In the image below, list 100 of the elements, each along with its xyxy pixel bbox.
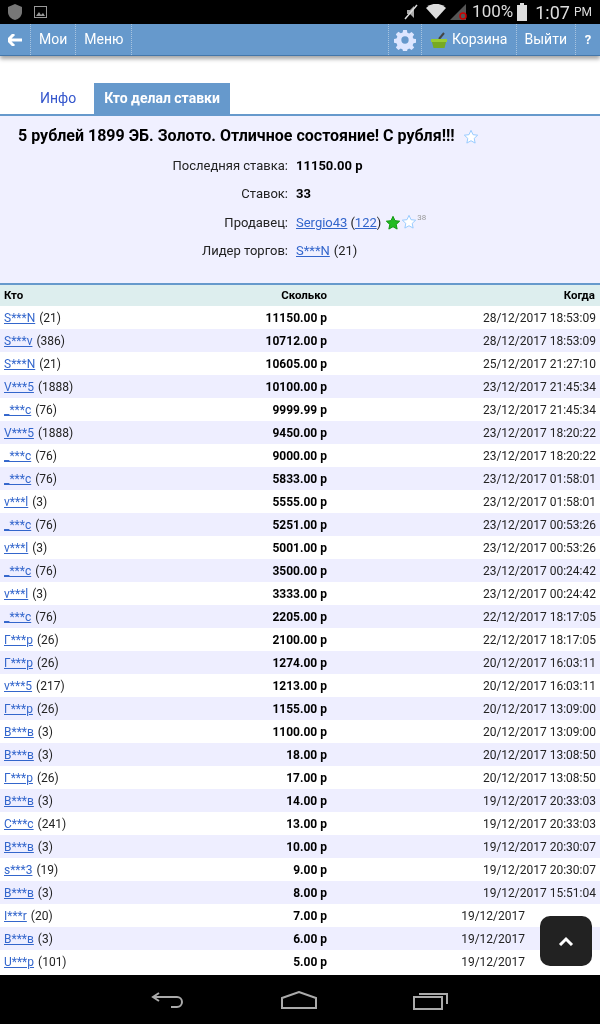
bid-time: 28/12/2017 18:53:09 [482,309,596,327]
cart-button[interactable]: Корзина [421,24,517,55]
bid-amount: 5001.00 р [271,539,327,557]
scroll-top-button[interactable] [540,916,592,966]
bidder-link[interactable]: S***N [4,310,36,325]
bidder-link[interactable]: Г***р [4,770,33,785]
rating-link[interactable]: 122 [354,212,377,232]
bidder-count: (20) [30,908,53,923]
battery-icon [517,3,528,21]
bid-amount: 14.00 р [285,792,327,810]
bid-amount: 10605.00 р [264,355,327,373]
paren: ) [376,213,382,232]
bid-amount: 6.00 р [292,930,327,948]
bidder-link[interactable]: v***l [4,494,29,509]
bidder-link[interactable]: _***c [4,471,32,486]
bid-amount: 10100.00 р [264,378,327,396]
bid-time: 20/12/2017 16:03:11 [482,654,596,672]
bid-time: 20/12/2017 13:08:50 [482,769,596,787]
bidder-link[interactable]: _***c [4,609,32,624]
logout-button[interactable]: Выйти [516,24,576,55]
bid-time: 20/12/2017 13:09:00 [482,723,596,741]
bidder-link[interactable]: _***c [4,563,32,578]
signal-icon [450,4,469,20]
bid-time: 23/12/2017 18:20:22 [482,424,596,442]
bidder-count: (76) [35,448,57,463]
bidder-count: (76) [35,517,57,532]
bid-amount: 18.00 р [285,746,327,764]
bid-count: (21) [333,242,358,260]
paren: ( [350,213,355,232]
back-arrow-icon [8,33,22,46]
bid-time: 23/12/2017 01:58:01 [482,470,596,488]
bid-amount: 9999.99 р [271,401,327,419]
bidder-link[interactable]: S***N [4,356,36,371]
bidder-count: (241) [37,816,67,831]
bid-time: 20/12/2017 16:03:11 [482,677,596,695]
bid-amount: 5833.00 р [271,470,327,488]
bid-time: 20/12/2017 13:08:50 [482,746,596,764]
help-button[interactable]: ? [576,24,600,55]
bidder-link[interactable]: В***в [4,931,34,946]
bid-amount: 7.00 р [292,907,327,925]
bidder-link[interactable]: С***с [4,816,34,831]
bid-time: 19/12/2017 [461,907,525,925]
bidder-count: (386) [36,333,65,348]
bidder-link[interactable]: _***c [4,448,32,463]
bidder-link[interactable]: I***r [4,908,27,923]
bid-time: 23/12/2017 21:45:34 [482,378,596,396]
bidder-link[interactable]: _***c [4,517,32,532]
bidder-link[interactable]: Г***р [4,701,33,716]
bidder-link[interactable]: S***v [4,333,33,348]
seller-link[interactable]: Sergio43 [296,212,348,232]
bidder-count: (3) [37,839,53,854]
bidder-link[interactable]: V***5 [4,425,34,440]
column-header: Когда [562,286,596,304]
bidder-link[interactable]: s***3 [4,862,33,877]
bid-time: 19/12/2017 20:33:03 [482,815,596,833]
bid-amount: 3500.00 р [271,562,327,580]
bid-amount: 1213.00 р [271,677,327,695]
tab[interactable]: Инфо [22,83,95,114]
bidder-link[interactable]: В***в [4,793,34,808]
bidder-link[interactable]: Г***р [4,655,33,670]
bidder-link[interactable]: U***p [4,954,35,969]
column-header: Кто [4,286,25,304]
bid-amount: 1155.00 р [271,700,327,718]
bidder-count: (76) [35,402,57,417]
bid-amount: 11150.00 р [264,309,327,327]
nav-link[interactable]: Мои [31,24,77,55]
settings-icon [393,28,416,51]
leader-link[interactable]: S***N [296,241,330,261]
bidder-link[interactable]: В***в [4,724,34,739]
bidder-count: (19) [36,862,59,877]
bidder-link[interactable]: v***l [4,540,29,555]
bidder-link[interactable]: V***5 [4,379,34,394]
bidder-link[interactable]: В***в [4,839,34,854]
bid-time: 23/12/2017 18:20:22 [482,447,596,465]
bidder-count: (26) [36,632,59,647]
bid-time: 23/12/2017 00:24:42 [482,585,596,603]
back-icon[interactable] [151,990,185,1009]
bid-amount: 3333.00 р [271,585,327,603]
bid-amount: 17.00 р [285,769,327,787]
bidder-count: (3) [37,931,53,946]
bidder-link[interactable]: В***в [4,885,34,900]
bid-amount: 1100.00 р [271,723,327,741]
tab[interactable]: Кто делал ставки [94,83,230,114]
chevron-up-icon [558,936,574,946]
bidder-link[interactable]: _***c [4,402,32,417]
bidder-count: (3) [37,747,53,762]
field-label: Продавец: [223,213,289,232]
column-header: Сколько [280,286,327,304]
image-icon [34,6,47,18]
bid-time: 19/12/2017 20:30:07 [482,838,596,856]
bidder-link[interactable]: Г***р [4,632,33,647]
bid-amount: 2100.00 р [271,631,327,649]
bidder-count: (76) [35,609,57,624]
bidder-link[interactable]: В***в [4,747,34,762]
nav-link[interactable]: Меню [76,24,133,55]
bidder-link[interactable]: v***5 [4,678,33,693]
home-icon[interactable] [281,990,317,1009]
bid-amount: 9450.00 р [271,424,327,442]
bid-time: 23/12/2017 21:45:34 [482,401,596,419]
bidder-link[interactable]: v***l [4,586,29,601]
